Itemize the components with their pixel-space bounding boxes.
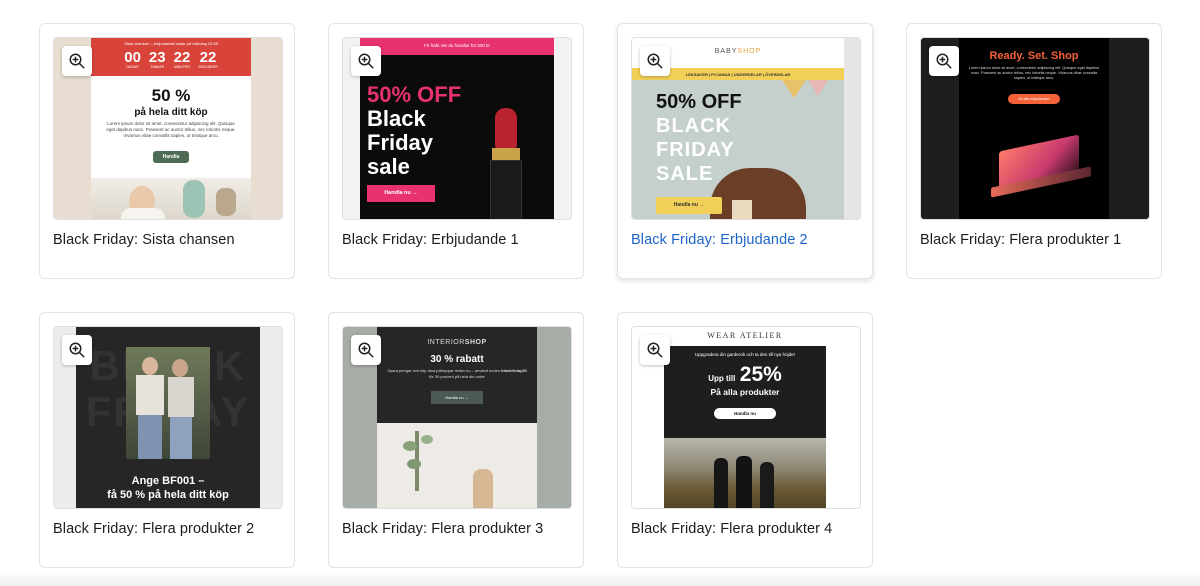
- card-title[interactable]: Black Friday: Erbjudande 1: [342, 232, 562, 249]
- zoom-in-icon[interactable]: [62, 46, 92, 76]
- email-offer: Upp till 25%: [708, 363, 782, 386]
- zoom-in-icon[interactable]: [640, 335, 670, 365]
- countdown-hours: 23 TIMMAR: [148, 49, 166, 69]
- template-thumbnail[interactable]: BABYSHOP LEKSAKER | PYJAMAS | UNDERDELAR…: [631, 37, 861, 220]
- template-card-erbjudande-1[interactable]: Fri frakt när du handlar för 500 kr 50% …: [328, 23, 584, 279]
- template-thumbnail[interactable]: Sista chansen – erbjudandet slutar på må…: [53, 37, 283, 220]
- email-preview: Ready. Set. Shop Lorem ipsum dolor sit a…: [959, 38, 1109, 219]
- zoom-in-icon[interactable]: [929, 46, 959, 76]
- countdown-banner: Sista chansen – erbjudandet slutar på må…: [91, 38, 251, 76]
- email-headline: 50 %: [151, 86, 191, 105]
- banner-text: Sista chansen – erbjudandet slutar på må…: [124, 41, 218, 46]
- email-button: Se alla erbjudanden: [1008, 94, 1060, 104]
- email-preview: Fri frakt när du handlar för 500 kr 50% …: [360, 38, 554, 219]
- zoom-in-icon[interactable]: [62, 335, 92, 365]
- card-title[interactable]: Black Friday: Erbjudande 2: [631, 232, 851, 249]
- email-headline: Ready. Set. Shop: [989, 50, 1079, 62]
- card-title[interactable]: Black Friday: Sista chansen: [53, 232, 273, 249]
- template-card-flera-produkter-4[interactable]: WEAR ATELIER Uppgradera din garderob och…: [617, 312, 873, 568]
- email-brand: INTERIORSHOP: [427, 339, 487, 346]
- email-headline-4: SALE: [656, 163, 714, 185]
- template-card-flera-produkter-1[interactable]: Ready. Set. Shop Lorem ipsum dolor sit a…: [906, 23, 1162, 279]
- photo-laptop: [989, 133, 1099, 203]
- photo-child: [91, 178, 251, 219]
- countdown-seconds: 22 SEKUNDER: [198, 49, 218, 69]
- email-brand: WEAR ATELIER: [707, 331, 783, 340]
- email-headline-accent: 50% OFF: [367, 82, 462, 107]
- email-button: Handla: [152, 151, 190, 163]
- email-caption-2: få 50 % på hela ditt köp: [107, 489, 229, 501]
- template-thumbnail[interactable]: Fri frakt när du handlar för 500 kr 50% …: [342, 37, 572, 220]
- email-topline: Uppgradera din garderob och ta den till …: [694, 352, 796, 357]
- template-grid: Sista chansen – erbjudandet slutar på må…: [0, 0, 1200, 586]
- countdown-days: 00 DAGAR: [124, 49, 141, 69]
- zoom-in-icon[interactable]: [351, 46, 381, 76]
- photo-people-field: [664, 438, 826, 508]
- email-button: Handla nu: [714, 408, 776, 419]
- email-button: Handla nu →: [367, 185, 435, 202]
- banner-text: Fri frakt när du handlar för 500 kr: [360, 38, 554, 55]
- card-title[interactable]: Black Friday: Flera produkter 2: [53, 521, 273, 538]
- email-headline-2: Friday: [367, 130, 434, 155]
- email-subhead: På alla produkter: [710, 387, 780, 397]
- email-headline-3: FRIDAY: [656, 139, 735, 161]
- email-headline-1: 50% OFF: [656, 91, 742, 113]
- email-preview: WEAR ATELIER Uppgradera din garderob och…: [664, 327, 826, 508]
- email-button: Handla nu →: [656, 197, 722, 214]
- email-caption-1: Ange BF001 –: [131, 475, 205, 487]
- template-thumbnail[interactable]: BLACK FRIDAY Ange BF001 – få 50 % på hel…: [53, 326, 283, 509]
- countdown-minutes: 22 MINUTER: [173, 49, 191, 69]
- email-preview: INTERIORSHOP 30 % rabatt Spara pengar oc…: [377, 327, 537, 508]
- photo-vase: [377, 423, 537, 508]
- email-button: Handla nu →: [431, 391, 483, 404]
- template-thumbnail[interactable]: Ready. Set. Shop Lorem ipsum dolor sit a…: [920, 37, 1150, 220]
- template-card-sista-chansen[interactable]: Sista chansen – erbjudandet slutar på må…: [39, 23, 295, 279]
- template-card-erbjudande-2[interactable]: BABYSHOP LEKSAKER | PYJAMAS | UNDERDELAR…: [617, 23, 873, 279]
- template-card-flera-produkter-2[interactable]: BLACK FRIDAY Ange BF001 – få 50 % på hel…: [39, 312, 295, 568]
- email-headline-2: BLACK: [656, 115, 731, 137]
- email-preview: Sista chansen – erbjudandet slutar på må…: [91, 38, 251, 219]
- email-headline: 30 % rabatt: [430, 354, 484, 365]
- card-title[interactable]: Black Friday: Flera produkter 3: [342, 521, 562, 538]
- page-bottom-edge: [0, 570, 1200, 586]
- email-body: Lorem ipsum dolor sit amet, consectetur …: [106, 121, 236, 138]
- email-body: Spara pengar och köp dina julklappar red…: [387, 368, 527, 379]
- card-title[interactable]: Black Friday: Flera produkter 1: [920, 232, 1140, 249]
- email-headline-3: sale: [367, 154, 410, 179]
- template-thumbnail[interactable]: INTERIORSHOP 30 % rabatt Spara pengar oc…: [342, 326, 572, 509]
- email-body: Lorem ipsum dolor sit amet, consectetur …: [968, 66, 1100, 80]
- email-hero-block: Uppgradera din garderob och ta den till …: [664, 346, 826, 438]
- email-headline-1: Black: [367, 106, 426, 131]
- countdown: 00 DAGAR 23 TIMMAR 22 MINUTER 22 SEKUNDER: [91, 50, 251, 69]
- email-preview: BLACK FRIDAY Ange BF001 – få 50 % på hel…: [76, 327, 260, 508]
- zoom-in-icon[interactable]: [351, 335, 381, 365]
- photo-models: [126, 347, 210, 459]
- zoom-in-icon[interactable]: [640, 46, 670, 76]
- email-subhead: på hela ditt köp: [134, 107, 208, 118]
- photo-lipstick: [488, 108, 524, 219]
- template-thumbnail[interactable]: WEAR ATELIER Uppgradera din garderob och…: [631, 326, 861, 509]
- template-card-flera-produkter-3[interactable]: INTERIORSHOP 30 % rabatt Spara pengar oc…: [328, 312, 584, 568]
- card-title[interactable]: Black Friday: Flera produkter 4: [631, 521, 851, 538]
